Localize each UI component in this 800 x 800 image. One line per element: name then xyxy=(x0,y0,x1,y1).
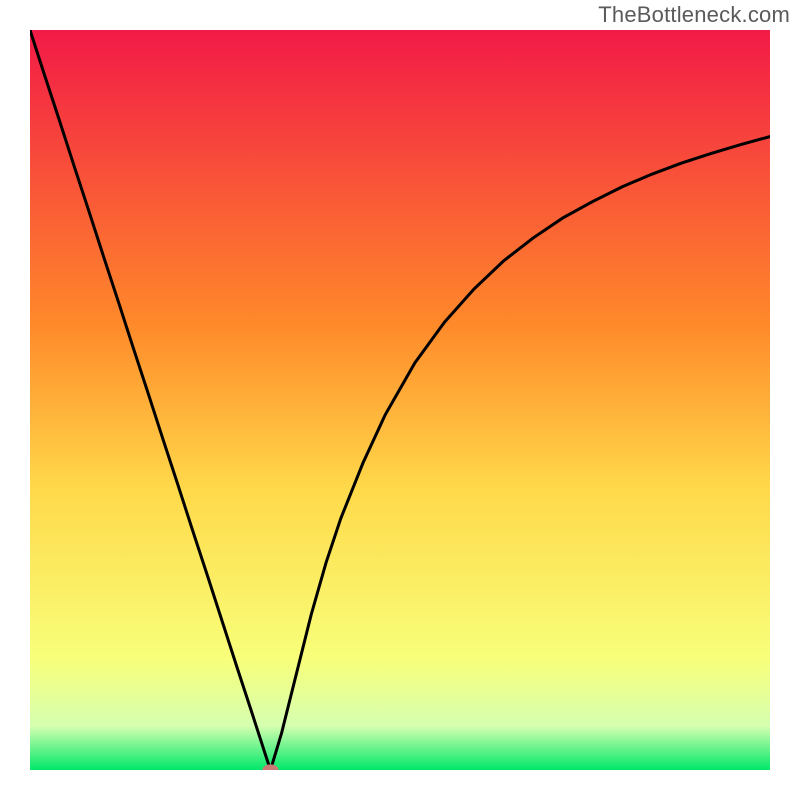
minimum-marker xyxy=(263,764,279,770)
watermark-text: TheBottleneck.com xyxy=(598,2,790,28)
chart-container: TheBottleneck.com xyxy=(0,0,800,800)
chart-frame xyxy=(30,30,770,770)
curve-right-branch xyxy=(271,137,771,770)
bottleneck-curve xyxy=(30,30,770,770)
plot-area xyxy=(30,30,770,770)
curve-left-branch xyxy=(30,30,271,770)
